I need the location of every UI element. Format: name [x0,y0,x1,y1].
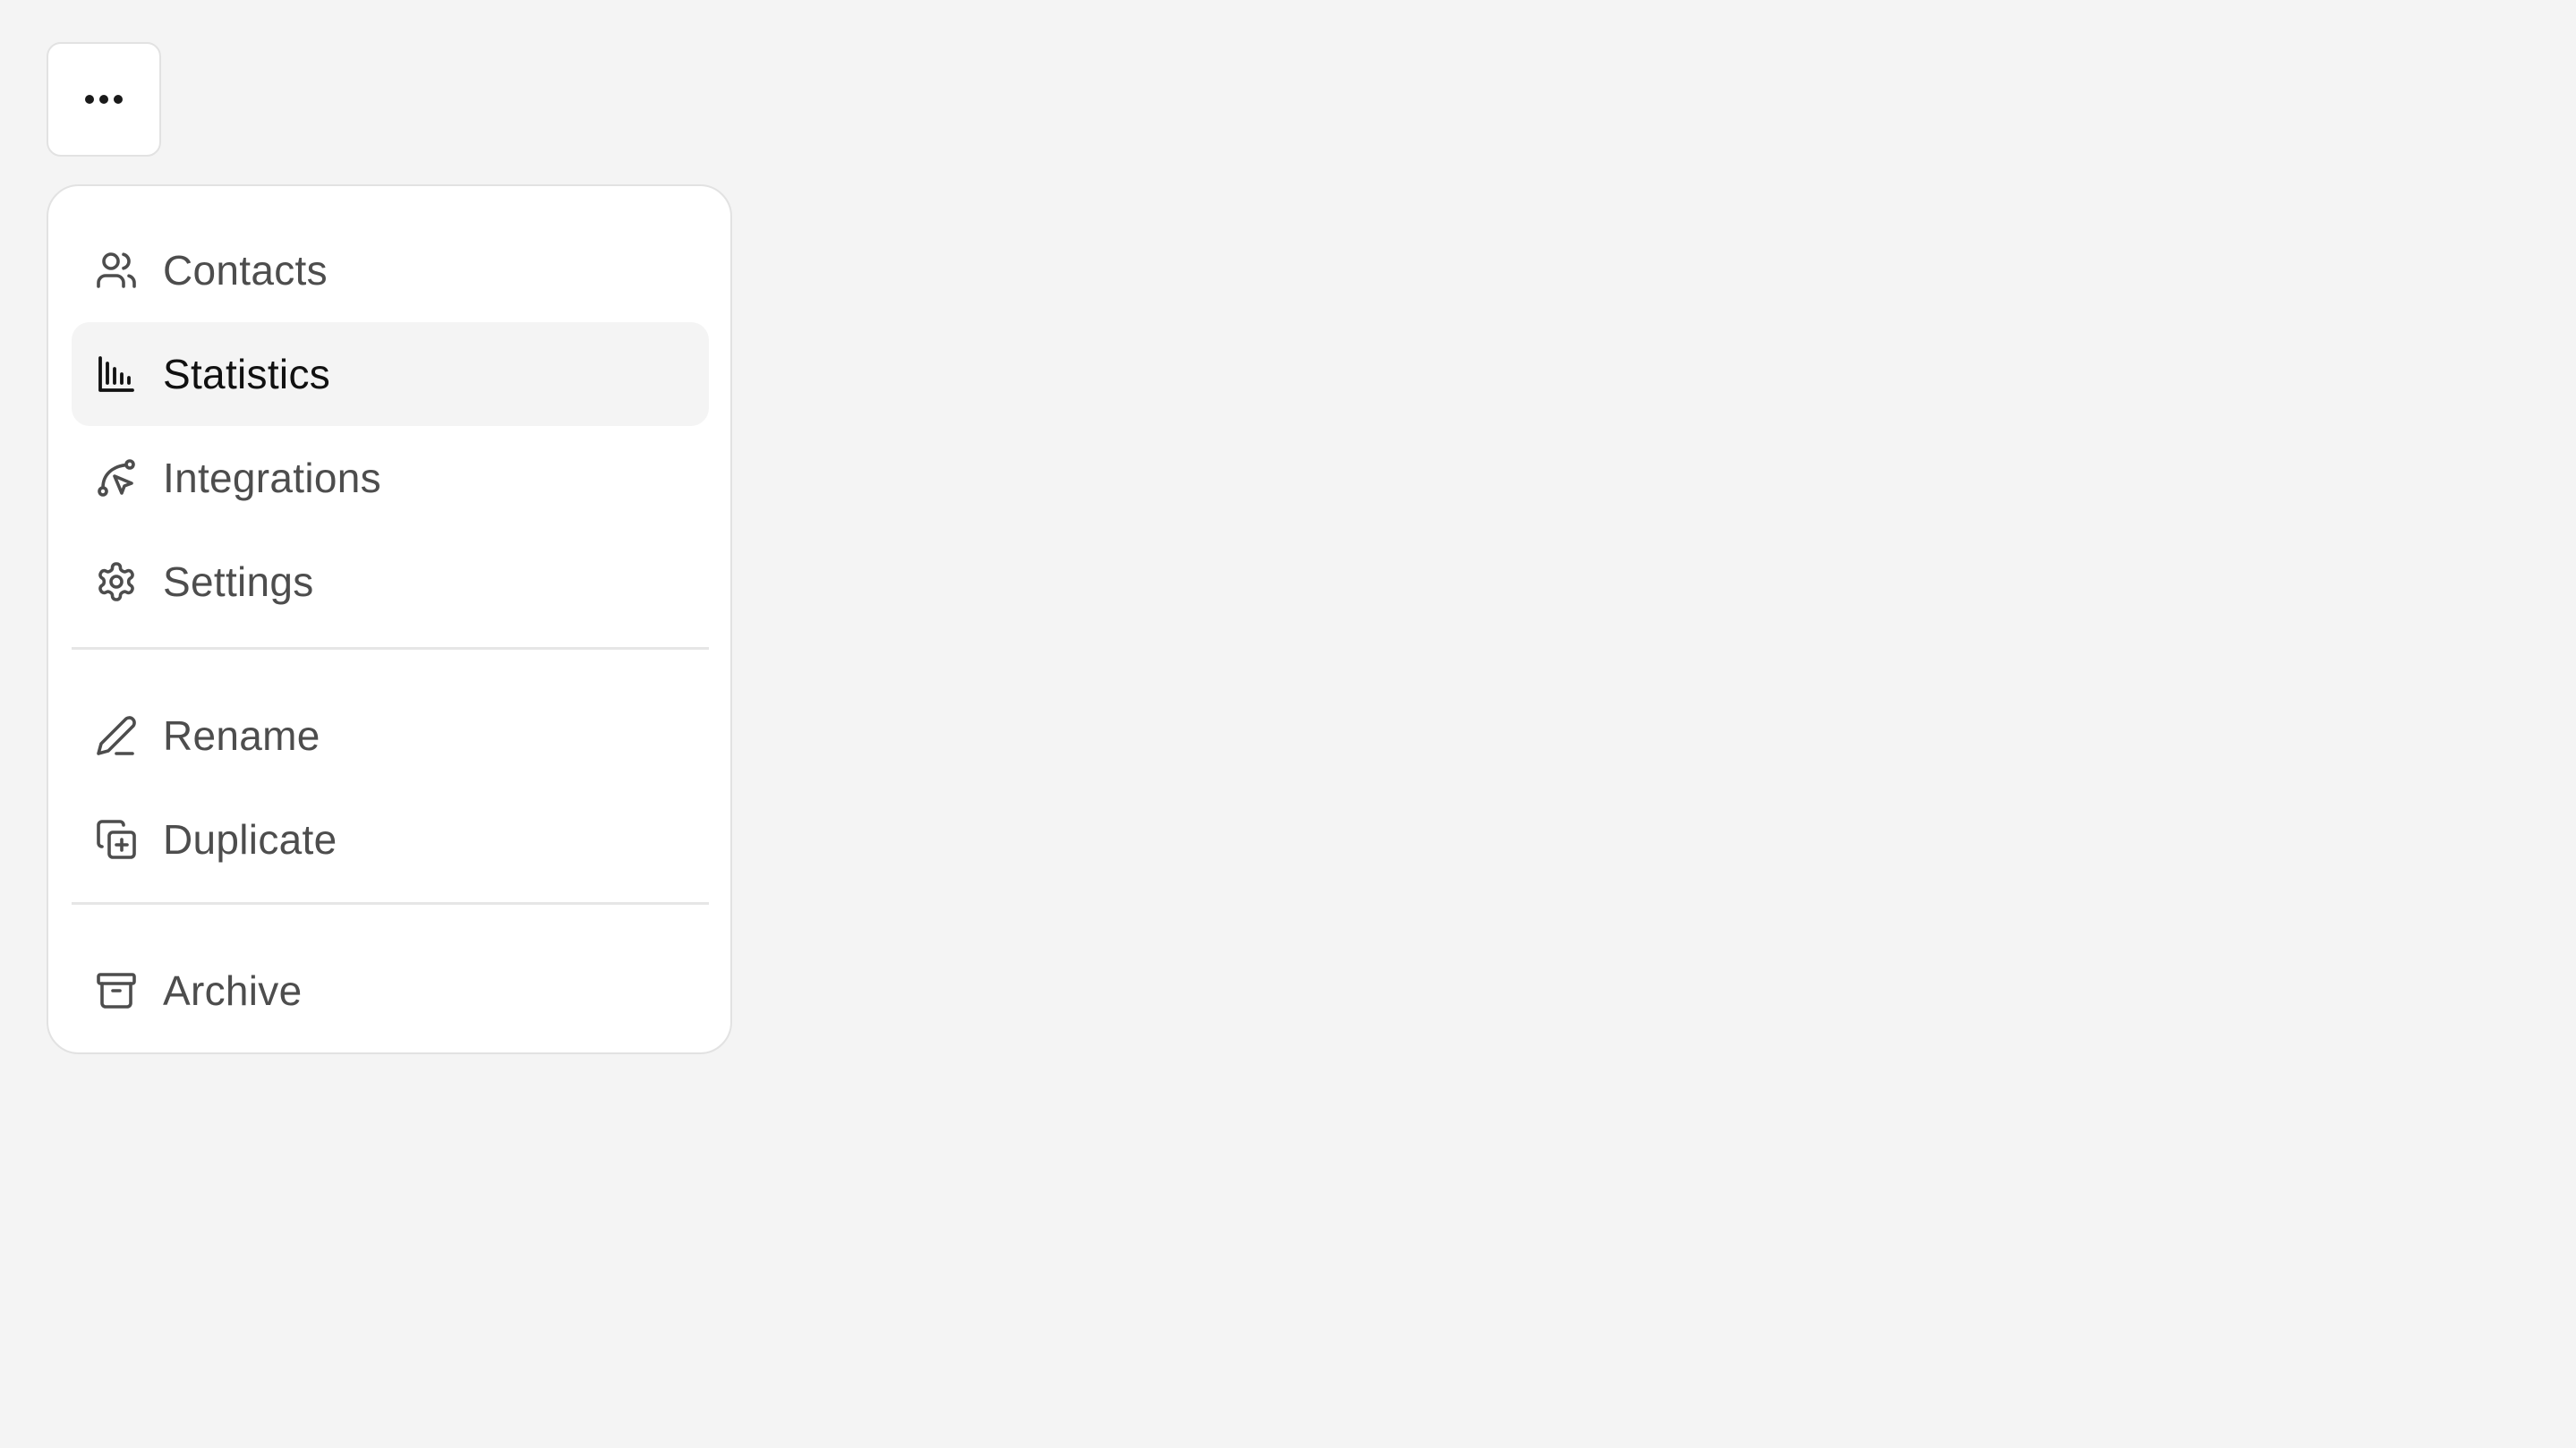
more-options-button[interactable] [47,42,161,157]
menu-item-duplicate[interactable]: Duplicate [72,788,709,891]
menu-divider [72,647,709,650]
menu-item-label: Integrations [163,455,381,501]
pencil-icon [95,714,138,757]
menu-item-contacts[interactable]: Contacts [72,218,709,322]
menu-divider [72,902,709,905]
menu-item-statistics[interactable]: Statistics [72,322,709,426]
menu-item-rename[interactable]: Rename [72,684,709,788]
dropdown-menu: Contacts Statistics Integrations Setting… [47,184,732,1054]
menu-item-label: Statistics [163,351,331,397]
menu-item-label: Duplicate [163,816,337,863]
menu-item-label: Contacts [163,247,328,294]
users-icon [95,249,138,292]
menu-item-label: Archive [163,967,303,1014]
menu-item-label: Rename [163,712,320,759]
menu-item-archive[interactable]: Archive [72,939,709,1043]
menu-item-label: Settings [163,558,314,605]
more-horizontal-icon [85,95,123,104]
archive-icon [95,969,138,1012]
menu-item-integrations[interactable]: Integrations [72,426,709,530]
route-cursor-icon [95,456,138,499]
bar-chart-icon [95,353,138,396]
menu-item-settings[interactable]: Settings [72,530,709,634]
gear-icon [95,560,138,603]
copy-plus-icon [95,818,138,861]
